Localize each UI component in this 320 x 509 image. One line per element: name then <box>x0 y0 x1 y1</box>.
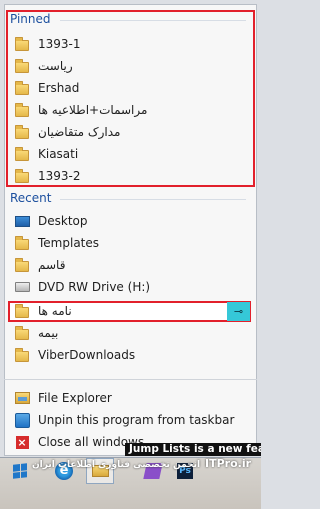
task-item[interactable]: File Explorer <box>14 388 244 408</box>
pin-button[interactable]: ⊸ <box>227 302 250 321</box>
recent-item-label: قاسم <box>38 258 66 272</box>
folder-icon <box>14 257 30 273</box>
folder-icon <box>14 325 30 341</box>
unpin-icon <box>14 412 30 428</box>
pinned-item[interactable]: مراسمات+اطلاعیه ها <box>14 100 244 120</box>
folder-icon <box>14 124 30 140</box>
pinned-item[interactable]: 1393-2 <box>14 166 244 186</box>
pinned-item-label: ریاست <box>38 59 73 73</box>
recent-header: Recent <box>10 191 52 205</box>
start-button-icon <box>13 463 27 479</box>
folder-icon <box>14 168 30 184</box>
folder-icon <box>14 58 30 74</box>
recent-item-label: نامه ها <box>38 304 72 318</box>
recent-item-label: ViberDownloads <box>38 348 136 362</box>
recent-item[interactable]: Desktop <box>14 211 244 231</box>
pinned-item-label: 1393-1 <box>38 37 81 51</box>
pinned-item[interactable]: 1393-1 <box>14 34 244 54</box>
pinned-item[interactable]: مدارک متقاضیان <box>14 122 244 142</box>
close-icon: × <box>15 435 29 449</box>
recent-item[interactable]: بیمه <box>14 323 244 343</box>
recent-item-label: بیمه <box>38 326 59 340</box>
folder-icon <box>14 235 30 251</box>
recent-item[interactable]: Templates <box>14 233 244 253</box>
file-explorer-icon <box>14 390 30 406</box>
recent-header-line <box>60 199 246 200</box>
folder-icon <box>14 146 30 162</box>
pinned-item-label: Kiasati <box>38 147 79 161</box>
recent-item-label: DVD RW Drive (H:) <box>38 280 151 294</box>
recent-item[interactable]: قاسم <box>14 255 244 275</box>
pinned-item[interactable]: ریاست <box>14 56 244 76</box>
folder-icon <box>14 303 30 319</box>
pinned-header-line <box>60 20 246 21</box>
pinned-item-label: مراسمات+اطلاعیه ها <box>38 103 148 117</box>
task-item-label: File Explorer <box>38 391 112 405</box>
pinned-item-label: Ershad <box>38 81 80 95</box>
folder-icon <box>14 347 30 363</box>
start-button[interactable] <box>6 458 34 484</box>
watermark-persian: انجمن تخصصی فناوری اطلاعات ایران <box>32 460 201 470</box>
pinned-item[interactable]: Ershad <box>14 78 244 98</box>
recent-item-selected[interactable]: نامه ها <box>14 301 244 321</box>
pinned-item[interactable]: Kiasati <box>14 144 244 164</box>
task-item-label: Unpin this program from taskbar <box>38 413 235 427</box>
tasks-divider <box>4 379 257 380</box>
pinned-header: Pinned <box>10 12 51 26</box>
recent-item[interactable]: DVD RW Drive (H:) <box>14 277 244 297</box>
dvd-drive-icon <box>14 279 30 295</box>
task-item[interactable]: Unpin this program from taskbar <box>14 410 244 430</box>
pinned-item-label: مدارک متقاضیان <box>38 125 121 139</box>
pinned-item-label: 1393-2 <box>38 169 81 183</box>
folder-icon <box>14 102 30 118</box>
recent-item-label: Desktop <box>38 214 88 228</box>
recent-item[interactable]: ViberDownloads <box>14 345 244 365</box>
recent-item-label: Templates <box>38 236 100 250</box>
folder-icon <box>14 80 30 96</box>
pin-icon: ⊸ <box>233 305 244 318</box>
desktop-icon <box>14 213 30 229</box>
folder-icon <box>14 36 30 52</box>
tooltip: Jump Lists is a new feat <box>125 443 261 456</box>
watermark-site: ITPro.ir <box>205 457 252 470</box>
